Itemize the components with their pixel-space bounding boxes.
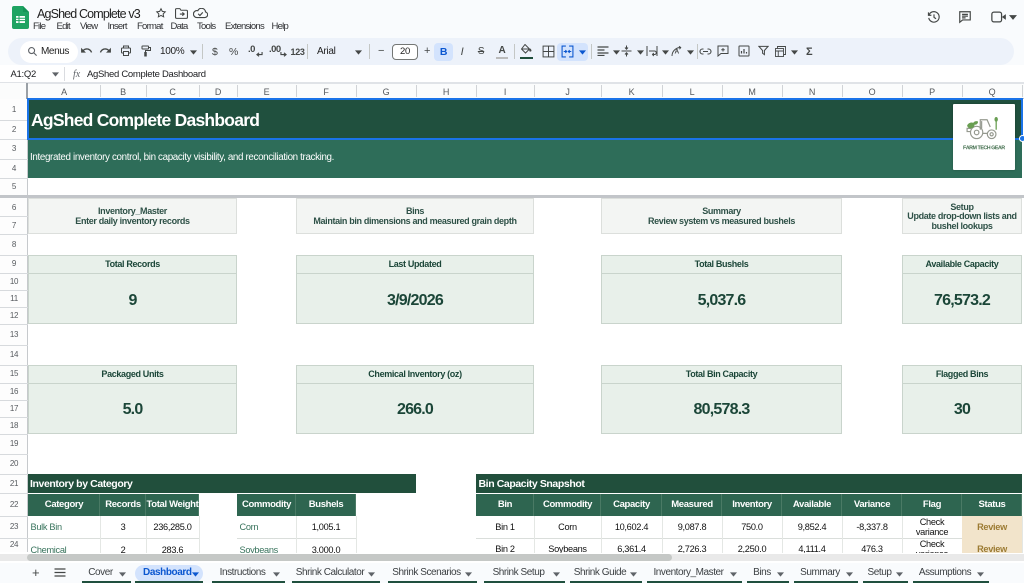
svg-text:A: A <box>675 49 680 56</box>
